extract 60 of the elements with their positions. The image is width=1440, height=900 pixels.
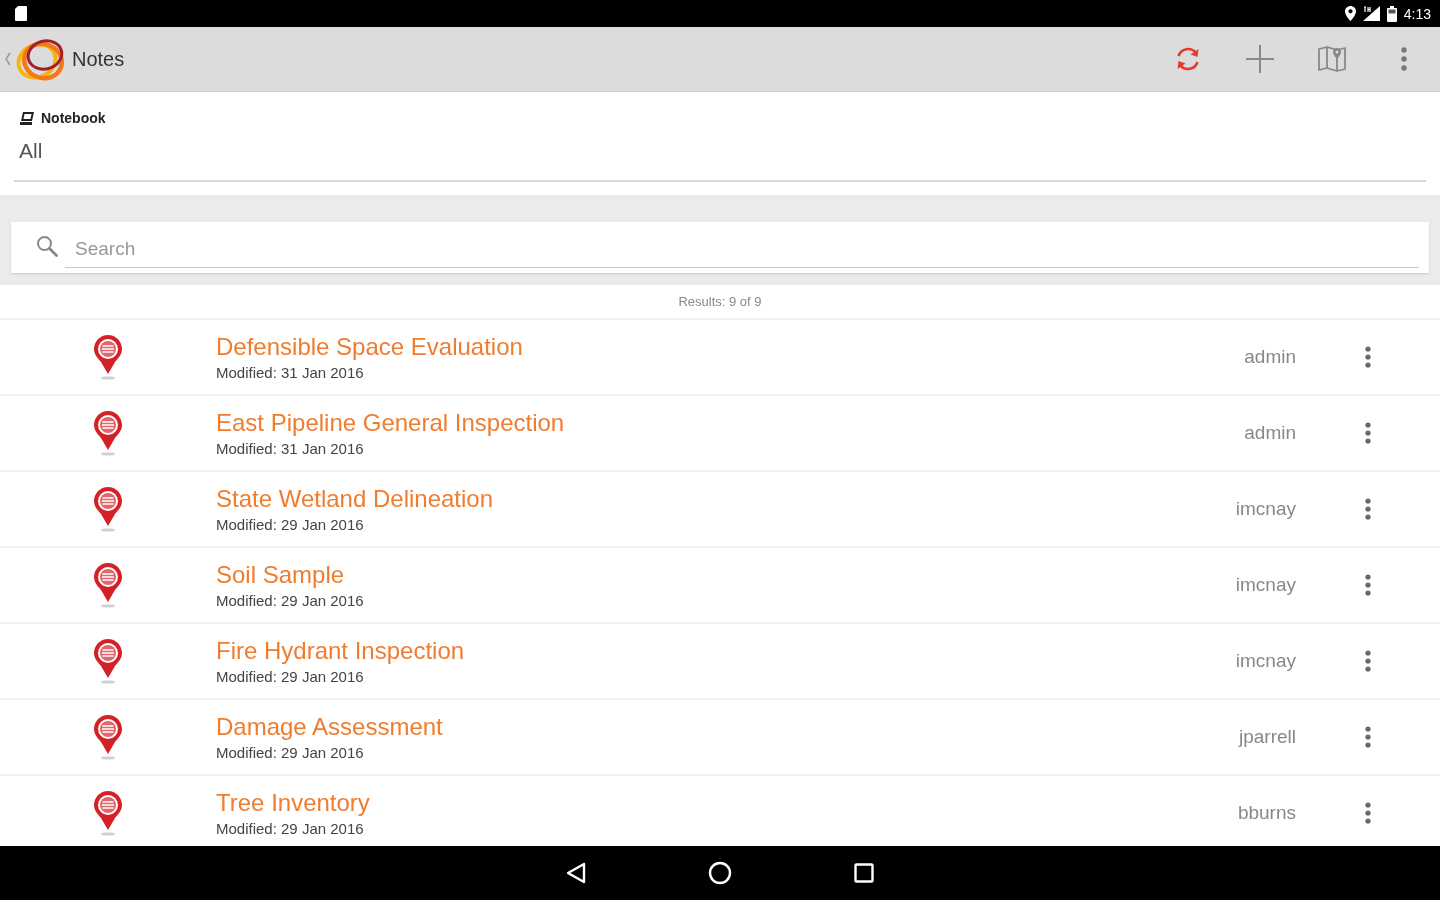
author-name: admin xyxy=(1244,346,1296,368)
modified-date: Modified: 31 Jan 2016 xyxy=(216,364,364,381)
note-title: Soil Sample xyxy=(216,561,345,589)
note-title: Defensible Space Evaluation xyxy=(216,333,523,361)
signal-icon xyxy=(1362,6,1380,21)
results-count: Results: 9 of 9 xyxy=(678,294,762,309)
battery-icon xyxy=(1386,5,1397,22)
author-name: bburns xyxy=(1237,802,1296,824)
note-pin-icon xyxy=(92,638,124,684)
modified-date: Modified: 29 Jan 2016 xyxy=(216,744,364,761)
note-pin-icon xyxy=(92,790,124,836)
status-time: 4:13 xyxy=(1403,5,1431,22)
note-title: East Pipeline General Inspection xyxy=(216,409,565,437)
search-icon xyxy=(36,235,58,257)
note-title: Tree Inventory xyxy=(216,789,370,817)
note-row[interactable]: East Pipeline General Inspection Modified: 31 Jan 2016 admin xyxy=(0,396,1440,472)
modified-date: Modified: 29 Jan 2016 xyxy=(216,820,364,837)
note-row[interactable]: Fire Hydrant Inspection Modified: 29 Jan 2016 imcnay xyxy=(0,624,1440,700)
author-name: admin xyxy=(1244,422,1296,444)
note-pin-icon xyxy=(92,410,124,456)
more-icon xyxy=(1365,574,1371,596)
author-name: imcnay xyxy=(1235,650,1296,672)
author-name: jparrell xyxy=(1238,726,1296,748)
note-row[interactable]: Damage Assessment Modified: 29 Jan 2016 jparrell xyxy=(0,700,1440,776)
modified-date: Modified: 29 Jan 2016 xyxy=(216,592,364,609)
app-title: Notes xyxy=(72,47,125,71)
more-icon xyxy=(1365,802,1371,824)
note-title: State Wetland Delineation xyxy=(216,485,494,513)
note-pin-icon xyxy=(92,334,124,380)
location-pin-icon xyxy=(1344,6,1356,21)
search-bar[interactable]: Search xyxy=(11,222,1429,273)
note-row[interactable]: State Wetland Delineation Modified: 29 Jan 2016 imcnay xyxy=(0,472,1440,548)
note-row[interactable]: Soil Sample Modified: 29 Jan 2016 imcnay xyxy=(0,548,1440,624)
note-pin-icon xyxy=(92,486,124,532)
note-title: Fire Hydrant Inspection xyxy=(216,637,465,665)
modified-date: Modified: 31 Jan 2016 xyxy=(216,440,364,457)
more-icon xyxy=(1365,346,1371,368)
more-icon xyxy=(1365,422,1371,444)
more-icon xyxy=(1365,650,1371,672)
note-pin-icon xyxy=(92,562,124,608)
note-title: Damage Assessment xyxy=(216,713,443,741)
author-name: imcnay xyxy=(1235,574,1296,596)
modified-date: Modified: 29 Jan 2016 xyxy=(216,516,364,533)
notebook-icon xyxy=(20,111,35,125)
more-icon xyxy=(1365,726,1371,748)
note-row[interactable]: Defensible Space Evaluation Modified: 31 Jan 2016 admin xyxy=(0,320,1440,396)
notebook-dropdown[interactable]: All xyxy=(14,139,1426,182)
plus-icon xyxy=(1246,45,1274,73)
map-icon xyxy=(1318,46,1346,72)
author-name: imcnay xyxy=(1235,498,1296,520)
modified-date: Modified: 29 Jan 2016 xyxy=(216,668,364,685)
note-pin-icon xyxy=(92,714,124,760)
home-circle-icon xyxy=(708,861,732,885)
sync-icon xyxy=(1174,45,1202,73)
recents-square-icon xyxy=(854,863,874,883)
more-icon xyxy=(1365,498,1371,520)
sd-card-icon xyxy=(15,6,27,21)
more-icon xyxy=(1401,47,1407,71)
back-triangle-icon xyxy=(566,862,586,884)
field-label: Notebook xyxy=(41,110,106,126)
